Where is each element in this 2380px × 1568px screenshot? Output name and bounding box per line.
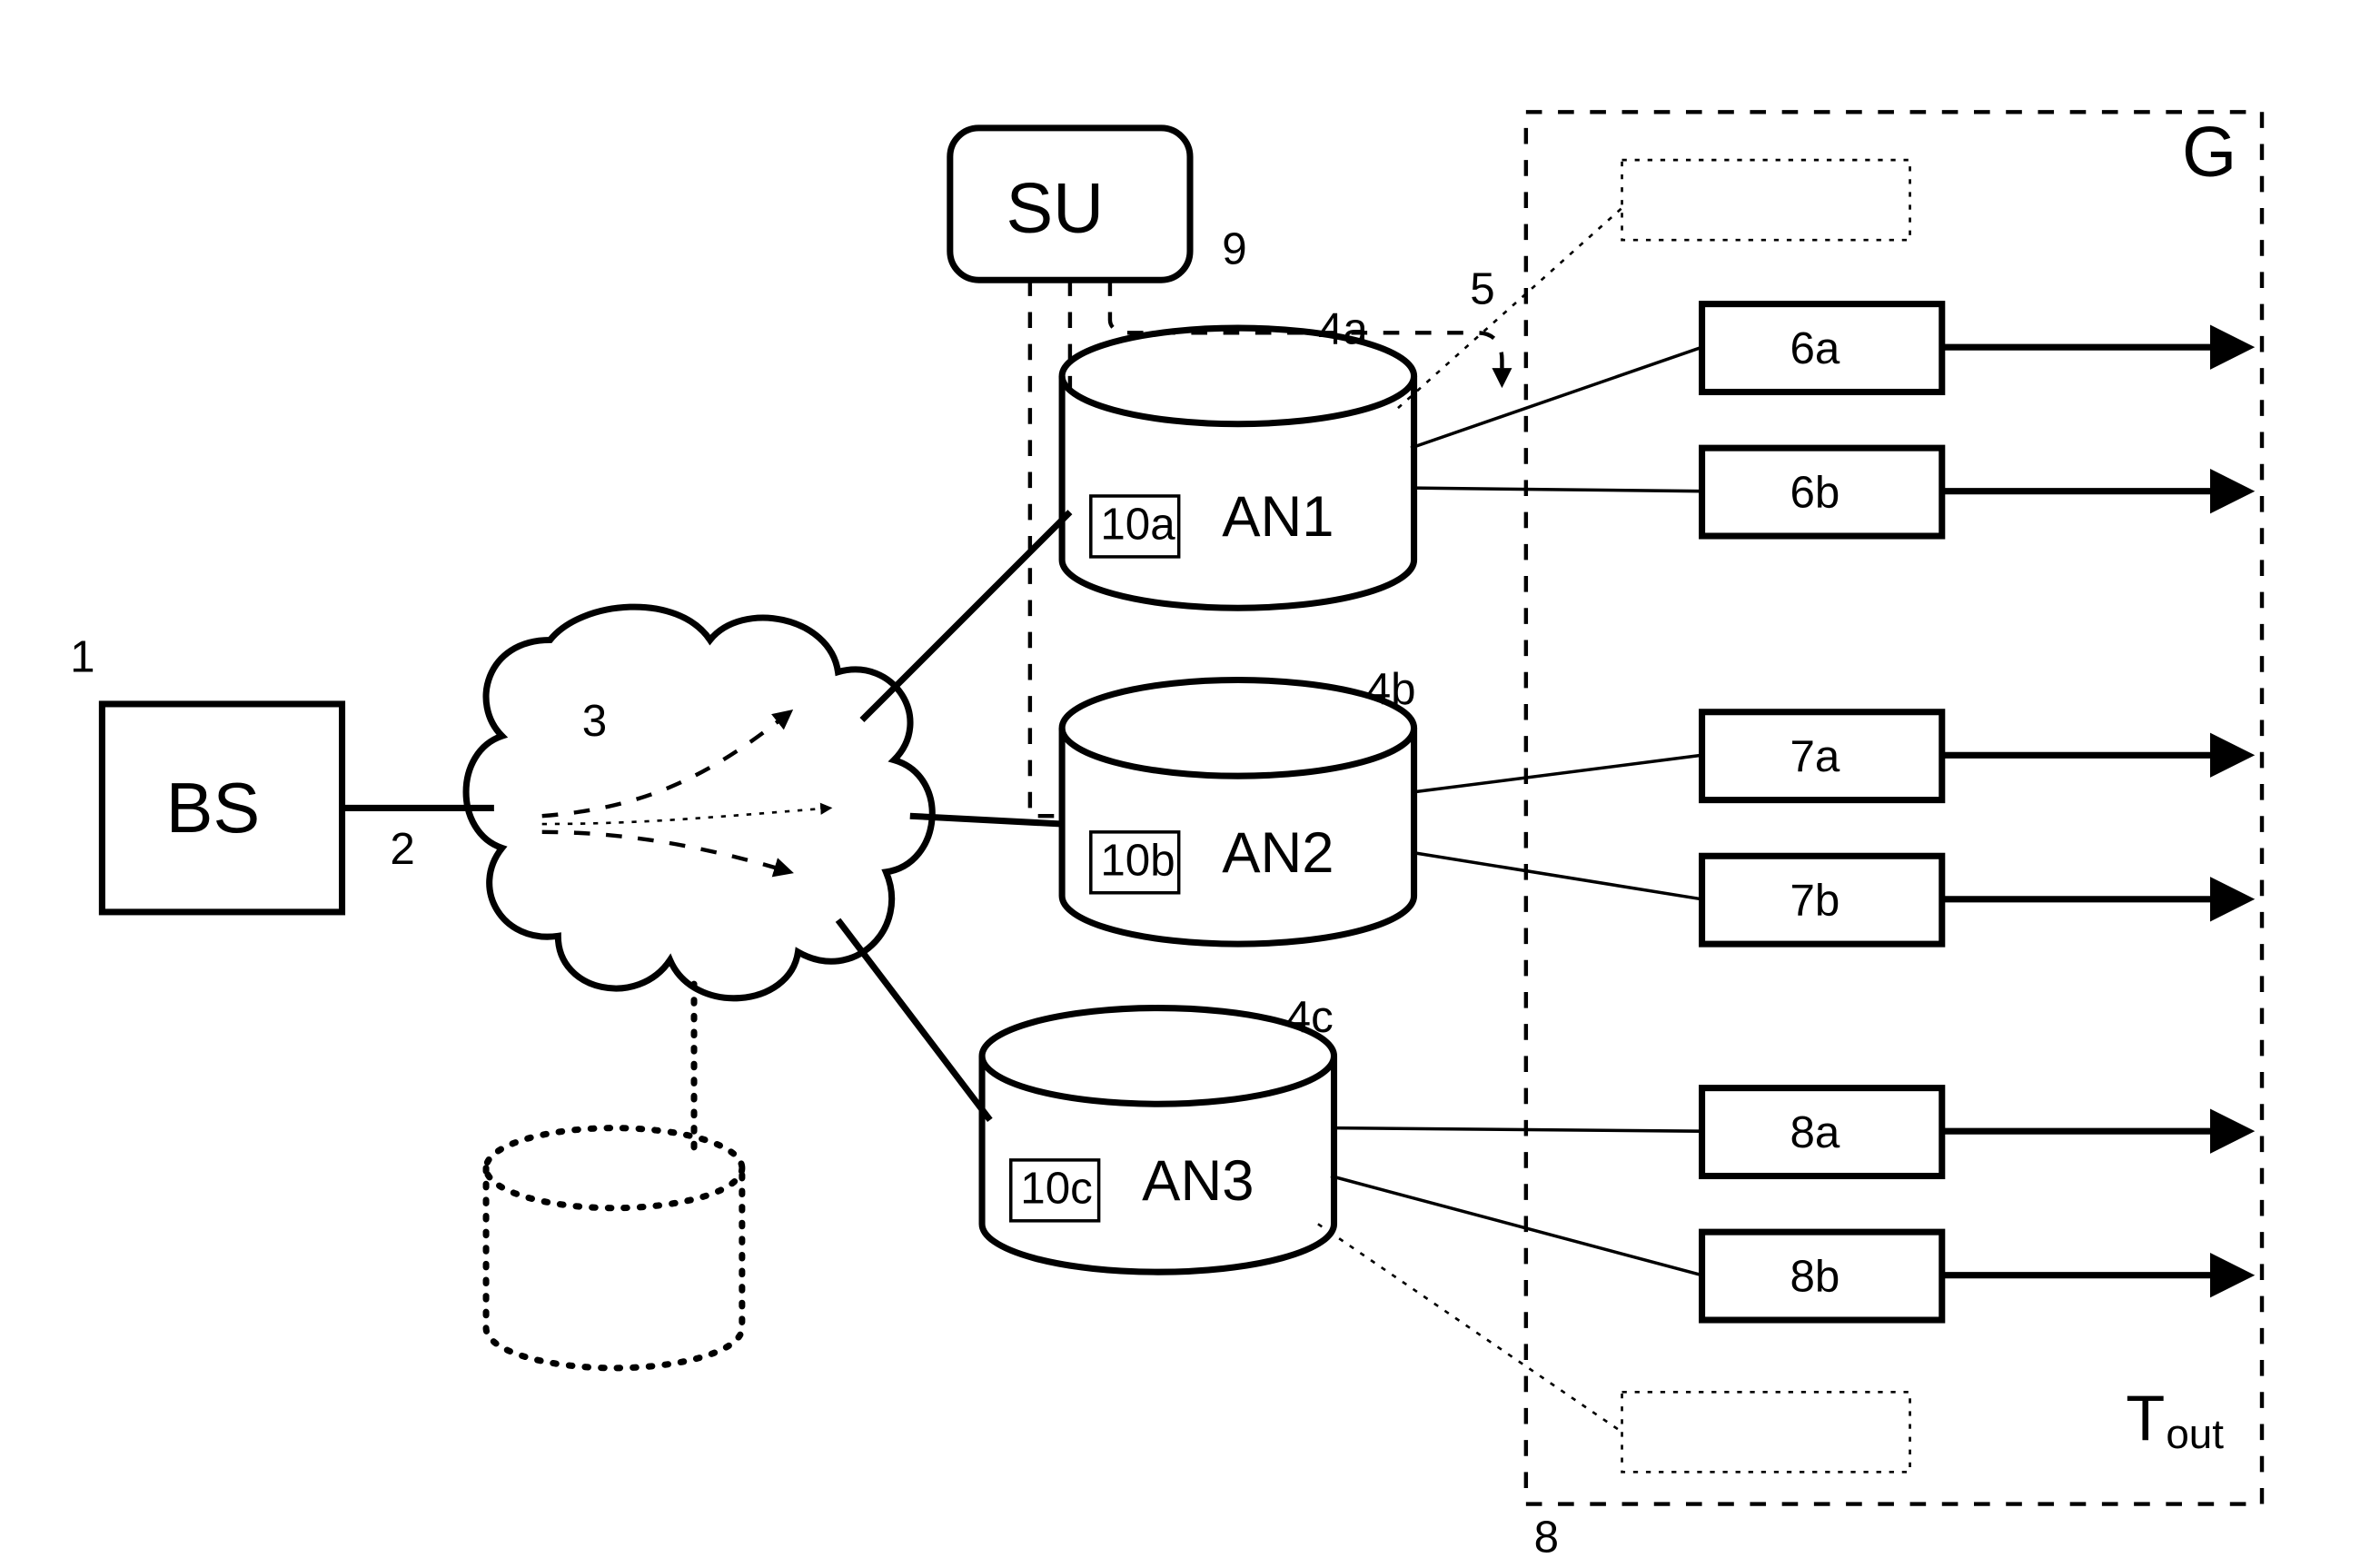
an1-cylinder: 10a AN1	[1062, 328, 1413, 608]
cloud	[466, 607, 932, 998]
num-1: 1	[70, 632, 94, 682]
num-5: 5	[1470, 264, 1494, 314]
num-8: 8	[1534, 1512, 1559, 1562]
link-cloud-an1	[862, 512, 1070, 720]
an3-fan-bot	[1318, 1224, 1622, 1432]
num-10b: 10b	[1100, 835, 1175, 885]
num-2: 2	[390, 824, 414, 874]
num-8a: 8a	[1790, 1107, 1840, 1157]
num-4a: 4a	[1318, 304, 1368, 354]
num-10a: 10a	[1100, 500, 1175, 550]
bs-label: BS	[166, 769, 260, 848]
an1-label: AN1	[1222, 485, 1334, 549]
num-6b: 6b	[1790, 467, 1840, 517]
num-9: 9	[1222, 224, 1246, 274]
dotted-cyl-top	[486, 1128, 742, 1208]
num-4c: 4c	[1286, 992, 1334, 1042]
cloud-flow-up	[542, 712, 790, 816]
an1-fan-6a	[1411, 347, 1702, 448]
an3-fan-8a	[1334, 1128, 1702, 1132]
an1-fan-6b	[1414, 488, 1702, 491]
an3-label: AN3	[1142, 1149, 1254, 1213]
dotted-top	[1622, 160, 1910, 240]
su-label: SU	[1006, 169, 1104, 247]
t-label: T	[2126, 1382, 2165, 1454]
diagram: BS 1 2 3 10a AN1 4a 10b AN2 4b 10c AN3 4…	[0, 0, 2380, 1568]
num-10c: 10c	[1020, 1163, 1092, 1213]
g-label: G	[2182, 114, 2236, 192]
an2-label: AN2	[1222, 821, 1334, 885]
an2-cylinder: 10b AN2	[1062, 680, 1413, 945]
num-7a: 7a	[1790, 731, 1840, 781]
an2-fan-7b	[1414, 853, 1702, 899]
dotted-bot	[1622, 1392, 1910, 1472]
an1-fan-top	[1398, 208, 1622, 408]
link-cloud-an3	[838, 920, 990, 1120]
out-label: out	[2166, 1411, 2224, 1457]
num-7b: 7b	[1790, 875, 1840, 925]
an3-fan-8b	[1331, 1176, 1702, 1275]
num-6a: 6a	[1790, 323, 1840, 373]
num-3: 3	[582, 696, 607, 746]
num-4b: 4b	[1366, 664, 1416, 714]
an2-fan-7a	[1414, 755, 1702, 792]
cloud-flow-down	[542, 832, 790, 872]
group-g	[1526, 112, 2262, 1503]
an3-cylinder: 10c AN3	[982, 1008, 1334, 1273]
num-8b: 8b	[1790, 1251, 1840, 1301]
